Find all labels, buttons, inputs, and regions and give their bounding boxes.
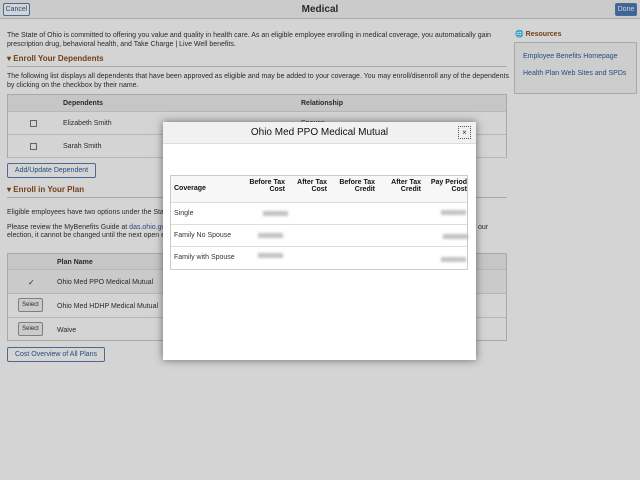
col-coverage: Coverage — [174, 185, 206, 192]
redacted-value — [263, 211, 288, 216]
table-header: Coverage Before Tax Cost After Tax Cost … — [171, 176, 467, 203]
coverage-label: Family with Spouse — [174, 254, 235, 261]
coverage-label: Family No Spouse — [174, 232, 232, 239]
coverage-label: Single — [174, 210, 194, 217]
col-pay-period-cost: Pay Period Cost — [430, 179, 467, 193]
redacted-value — [258, 233, 283, 238]
cost-table: Coverage Before Tax Cost After Tax Cost … — [170, 175, 468, 270]
col-after-tax-cost: After Tax Cost — [297, 179, 327, 193]
plan-cost-modal: Ohio Med PPO Medical Mutual × Coverage B… — [163, 122, 476, 360]
table-row: Single — [171, 203, 467, 225]
redacted-value — [441, 257, 466, 262]
redacted-value — [443, 234, 468, 239]
table-row: Family with Spouse — [171, 247, 467, 269]
col-before-tax-cost: Before Tax Cost — [249, 179, 285, 193]
redacted-value — [441, 210, 466, 215]
col-after-tax-credit: After Tax Credit — [391, 179, 421, 193]
table-row: Family No Spouse — [171, 225, 468, 247]
close-icon[interactable]: × — [458, 126, 471, 139]
modal-title: Ohio Med PPO Medical Mutual — [163, 122, 476, 144]
col-before-tax-credit: Before Tax Credit — [339, 179, 375, 193]
redacted-value — [258, 253, 283, 258]
